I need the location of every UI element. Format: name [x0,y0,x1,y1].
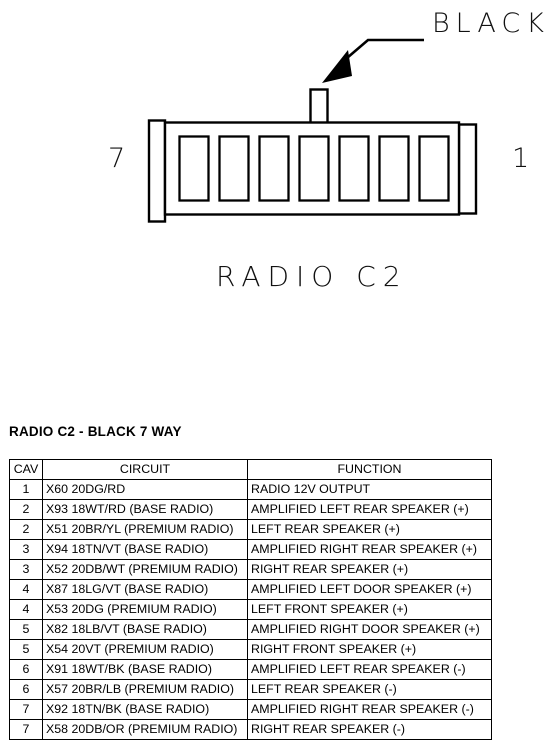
table-row: 7 X58 20DB/OR (PREMIUM RADIO) RIGHT REAR S… [9,719,492,740]
circuit-value: X52 20DB/WT (PREMIUM RADIO) [42,559,248,580]
column-header-cav: CAV [9,459,43,480]
connector-diagram: BLACK 7 1 RADIO C2 [0,0,549,410]
table-header-row: CAV CIRCUIT FUNCTION [9,459,492,480]
pinout-table-container: CAV CIRCUIT FUNCTION 1 X60 20DG/RD RADIO 1… [9,459,492,740]
cav-value: 6 [9,679,43,700]
column-header-function: FUNCTION [247,459,492,480]
table-row: 5 X54 20VT (PREMIUM RADIO) RIGHT FRONT SPE… [9,639,492,660]
circuit-value: X87 18LG/VT (BASE RADIO) [42,579,248,600]
cavity-1 [418,135,450,202]
cavity-6 [218,135,250,202]
function-value: AMPLIFIED LEFT DOOR SPEAKER (+) [247,579,492,600]
cavity-7 [178,135,210,202]
function-value: LEFT REAR SPEAKER (+) [247,519,492,540]
left-flange [147,119,167,223]
function-value: LEFT FRONT SPEAKER (+) [247,599,492,620]
connector-drawing [147,38,478,223]
table-row: 4 X53 20DG (PREMIUM RADIO) LEFT FRONT SPEA… [9,599,492,620]
cav-value: 3 [9,539,43,560]
cav-value: 4 [9,599,43,620]
table-body: 1 X60 20DG/RD RADIO 12V OUTPUT 2 X93 18WT/RD… [9,479,492,740]
function-value: AMPLIFIED LEFT REAR SPEAKER (-) [247,659,492,680]
function-value: RADIO 12V OUTPUT [247,479,492,500]
circuit-value: X53 20DG (PREMIUM RADIO) [42,599,248,620]
circuit-value: X57 20BR/LB (PREMIUM RADIO) [42,679,248,700]
cavity-2 [378,135,410,202]
connector-caption: RADIO C2 [216,260,408,293]
function-value: AMPLIFIED LEFT REAR SPEAKER (+) [247,499,492,520]
pinout-table: CAV CIRCUIT FUNCTION 1 X60 20DG/RD RADIO 1… [9,459,492,740]
function-value: RIGHT FRONT SPEAKER (+) [247,639,492,660]
table-row: 2 X93 18WT/RD (BASE RADIO) AMPLIFIED LEFT … [9,499,492,520]
page-title: RADIO C2 - BLACK 7 WAY [9,424,182,439]
circuit-value: X92 18TN/BK (BASE RADIO) [42,699,248,720]
cav-value: 3 [9,559,43,580]
connector-color-label: BLACK [432,8,549,39]
cav-value: 2 [9,499,43,520]
function-value: RIGHT REAR SPEAKER (+) [247,559,492,580]
arrow-head-icon [322,50,352,83]
function-value: RIGHT REAR SPEAKER (-) [247,719,492,740]
function-value: AMPLIFIED RIGHT REAR SPEAKER (-) [247,699,492,720]
circuit-value: X58 20DB/OR (PREMIUM RADIO) [42,719,248,740]
cavity-5 [258,135,290,202]
cav-value: 1 [9,479,43,500]
circuit-value: X94 18TN/VT (BASE RADIO) [42,539,248,560]
function-value: LEFT REAR SPEAKER (-) [247,679,492,700]
table-row: 6 X91 18WT/BK (BASE RADIO) AMPLIFIED LEFT … [9,659,492,680]
table-row: 1 X60 20DG/RD RADIO 12V OUTPUT [9,479,492,500]
cav-value: 2 [9,519,43,540]
cav-value: 7 [9,719,43,740]
cav-value: 5 [9,619,43,640]
column-header-circuit: CIRCUIT [42,459,248,480]
circuit-value: X60 20DG/RD [42,479,248,500]
pin-number-right: 1 [512,143,530,174]
cav-value: 7 [9,699,43,720]
circuit-value: X82 18LB/VT (BASE RADIO) [42,619,248,640]
table-row: 4 X87 18LG/VT (BASE RADIO) AMPLIFIED LEFT … [9,579,492,600]
circuit-value: X51 20BR/YL (PREMIUM RADIO) [42,519,248,540]
leader-line [339,38,424,65]
cavity-group [178,135,450,202]
pin-number-left: 7 [108,143,126,174]
circuit-value: X93 18WT/RD (BASE RADIO) [42,499,248,520]
cavity-4 [298,135,330,202]
table-row: 2 X51 20BR/YL (PREMIUM RADIO) LEFT REAR SP… [9,519,492,540]
function-value: AMPLIFIED RIGHT REAR SPEAKER (+) [247,539,492,560]
table-row: 3 X52 20DB/WT (PREMIUM RADIO) RIGHT REAR S… [9,559,492,580]
table-row: 6 X57 20BR/LB (PREMIUM RADIO) LEFT REAR SP… [9,679,492,700]
circuit-value: X91 18WT/BK (BASE RADIO) [42,659,248,680]
function-value: AMPLIFIED RIGHT DOOR SPEAKER (+) [247,619,492,640]
cav-value: 4 [9,579,43,600]
circuit-value: X54 20VT (PREMIUM RADIO) [42,639,248,660]
cavity-3 [338,135,370,202]
locking-tab [309,88,329,125]
right-flange [457,123,478,215]
cav-value: 6 [9,659,43,680]
table-row: 7 X92 18TN/BK (BASE RADIO) AMPLIFIED RIGHT… [9,699,492,720]
table-row: 3 X94 18TN/VT (BASE RADIO) AMPLIFIED RIGHT… [9,539,492,560]
table-row: 5 X82 18LB/VT (BASE RADIO) AMPLIFIED RIGHT… [9,619,492,640]
cav-value: 5 [9,639,43,660]
